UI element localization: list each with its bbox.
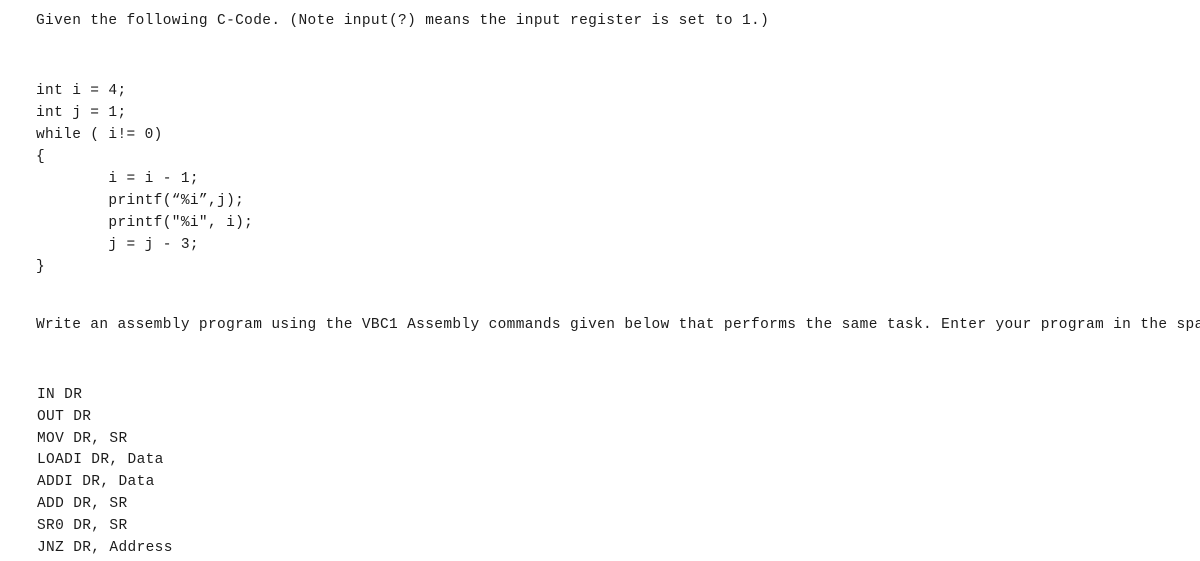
assembly-command-item: ADDI DR, Data xyxy=(37,474,155,491)
c-code-line: while ( i!= 0) xyxy=(36,127,163,143)
c-code-block: int i = 4; int j = 1; while ( i!= 0) { i… xyxy=(36,80,253,278)
c-code-line: j = j - 3; xyxy=(36,237,199,253)
assembly-command-list: IN DR OUT DR MOV DR, SR LOADI DR, Data A… xyxy=(37,385,173,559)
assembly-command-item: IN DR xyxy=(37,387,83,403)
assembly-command-item: OUT DR xyxy=(37,408,92,425)
c-code-line: { xyxy=(36,149,46,165)
c-code-line: printf("%i", i); xyxy=(36,215,254,231)
c-code-line: } xyxy=(36,259,46,275)
c-code-line: int j = 1; xyxy=(36,105,127,121)
assembly-command-item: LOADI DR, Data xyxy=(37,452,164,469)
c-code-line: int i = 4; xyxy=(36,83,127,99)
assembly-command-item: MOV DR, SR xyxy=(37,430,128,447)
assembly-command-item: JNZ DR, Address xyxy=(37,539,173,556)
c-code-line: printf(“%i”,j); xyxy=(36,193,245,209)
worksheet-page: Given the following C-Code. (Note input(… xyxy=(0,0,1200,561)
assembly-command-item: SR0 DR, SR xyxy=(37,517,128,534)
prompt-header: Given the following C-Code. (Note input(… xyxy=(36,13,770,29)
instruction-paragraph: Write an assembly program using the VBC1… xyxy=(36,317,1200,333)
assembly-command-item: ADD DR, SR xyxy=(37,495,128,512)
c-code-line: i = i - 1; xyxy=(36,171,199,187)
